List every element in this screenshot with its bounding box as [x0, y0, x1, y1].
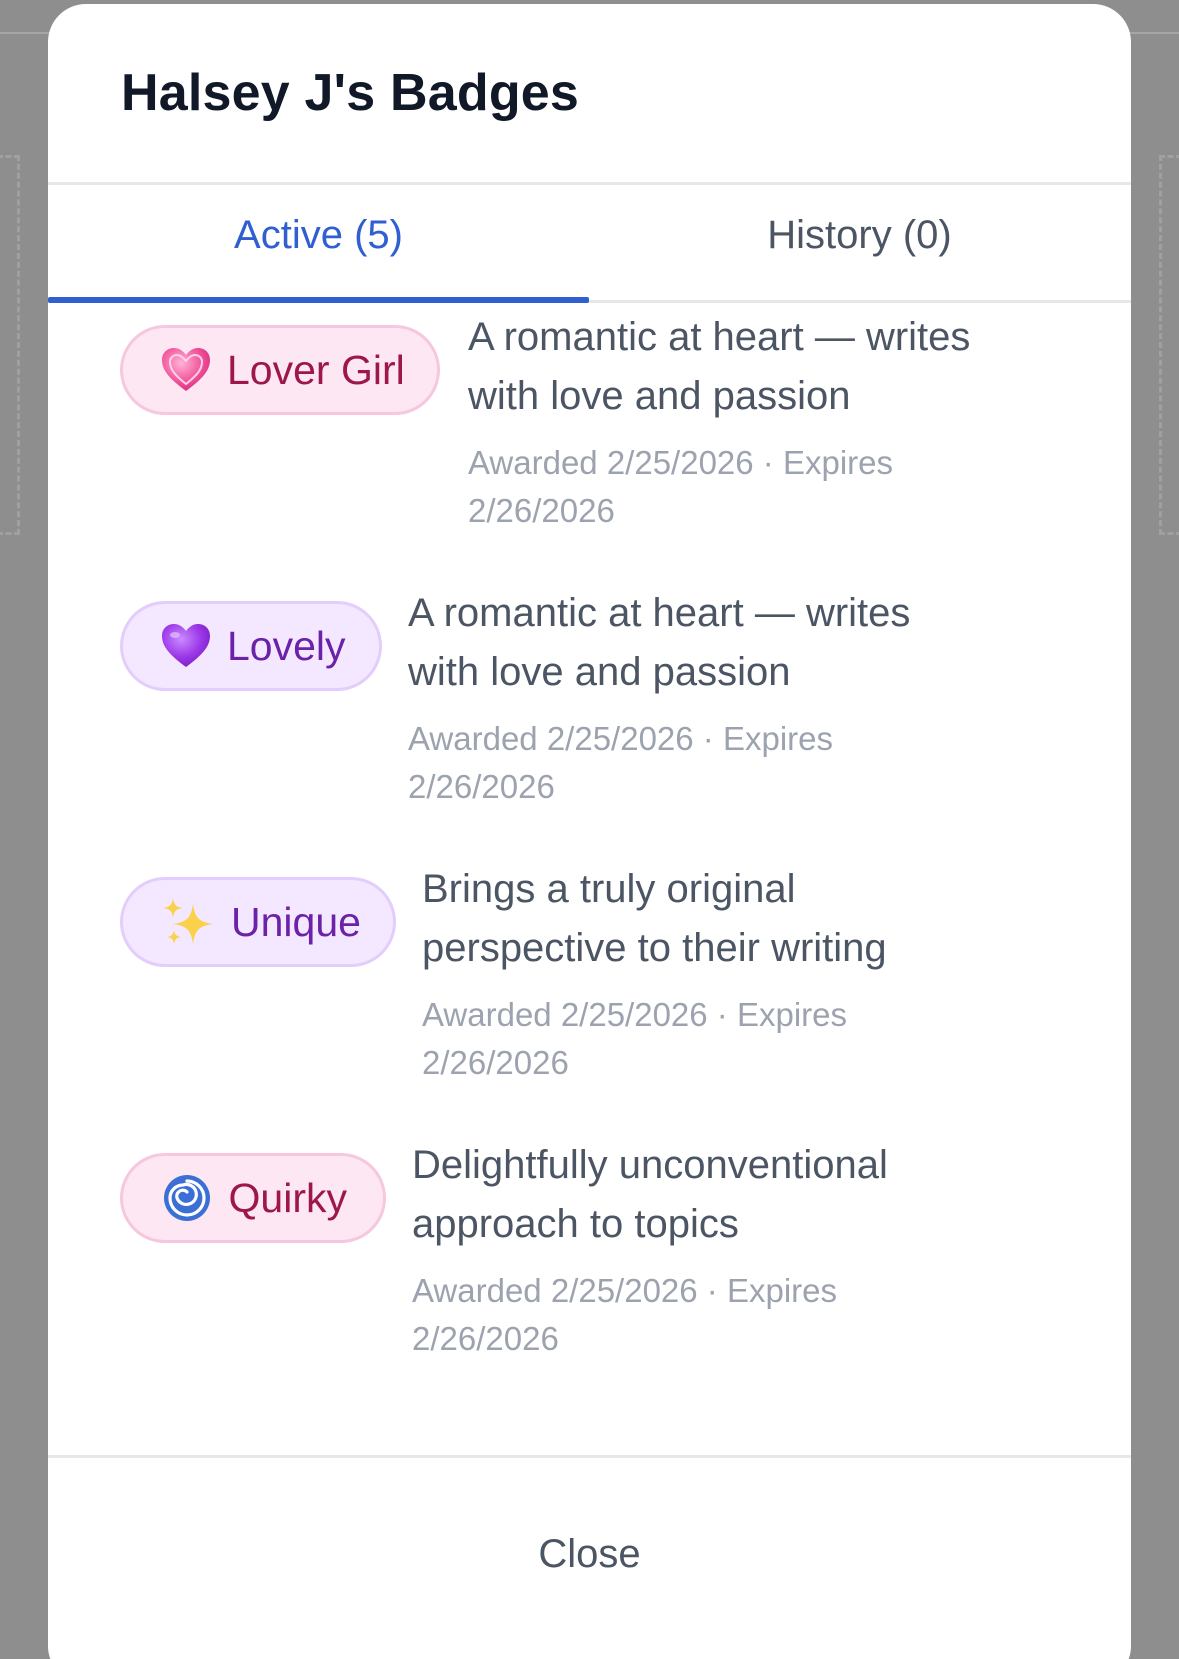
- tab-active[interactable]: Active (5): [48, 185, 589, 300]
- badge-description: Brings a truly original perspective to t…: [422, 860, 887, 978]
- badge-meta-line: Awarded 2/25/2026 · Expires: [468, 444, 893, 481]
- badge-meta-line: 2/26/2026: [422, 1044, 569, 1081]
- badge-description-line: approach to topics: [412, 1202, 739, 1246]
- badge-name: Lovely: [227, 622, 346, 669]
- badge-description-line: A romantic at heart — writes: [408, 591, 911, 635]
- backdrop-dashed-box: [0, 155, 20, 535]
- badge-description-line: Brings a truly original: [422, 867, 796, 911]
- badge-meta-line: Awarded 2/25/2026 · Expires: [412, 1272, 837, 1309]
- badge-meta-line: 2/26/2026: [408, 768, 555, 805]
- cyclone-icon: [161, 1171, 213, 1225]
- badge-meta: Awarded 2/25/2026 · Expires 2/26/2026: [468, 439, 893, 535]
- badge-meta-line: Awarded 2/25/2026 · Expires: [422, 996, 847, 1033]
- badge-meta-line: 2/26/2026: [412, 1320, 559, 1357]
- close-button[interactable]: Close: [478, 1512, 700, 1597]
- badge-description-line: Delightfully unconventional: [412, 1143, 888, 1187]
- badge-meta: Awarded 2/25/2026 · Expires 2/26/2026: [408, 715, 833, 811]
- badge-name: Unique: [231, 898, 361, 945]
- tab-bar: Active (5) History (0): [48, 185, 1131, 303]
- badge-description-line: A romantic at heart — writes: [468, 315, 971, 359]
- badge-description: A romantic at heart — writes with love a…: [408, 584, 910, 702]
- dialog-footer: Close: [48, 1455, 1131, 1659]
- sparkles-icon: [161, 895, 215, 949]
- badge-pill-lover-girl: Lover Girl: [120, 325, 440, 415]
- badge-name: Quirky: [228, 1174, 347, 1221]
- dialog-title: Halsey J's Badges: [121, 64, 580, 122]
- badge-description-line: with love and passion: [468, 374, 851, 418]
- badge-meta: Awarded 2/25/2026 · Expires 2/26/2026: [422, 991, 847, 1087]
- badge-name: Lover Girl: [227, 346, 405, 393]
- badge-meta-line: 2/26/2026: [468, 492, 615, 529]
- badge-meta-line: Awarded 2/25/2026 · Expires: [408, 720, 833, 757]
- badge-pill-unique: Unique: [120, 877, 396, 967]
- badges-dialog: Halsey J's Badges Active (5) History (0): [48, 4, 1131, 1659]
- purple-heart-icon: [161, 619, 211, 673]
- badge-list: Lover Girl A romantic at heart — writes …: [48, 303, 1131, 1463]
- backdrop-dashed-box: [1159, 155, 1179, 535]
- badge-description-line: perspective to their writing: [422, 926, 887, 970]
- pink-heart-icon: [161, 343, 211, 397]
- badge-pill-quirky: Quirky: [120, 1153, 386, 1243]
- badge-pill-lovely: Lovely: [120, 601, 382, 691]
- badge-description: Delightfully unconventional approach to …: [412, 1136, 888, 1254]
- badge-description-line: with love and passion: [408, 650, 791, 694]
- dialog-header: Halsey J's Badges: [48, 4, 1131, 185]
- tab-history[interactable]: History (0): [589, 185, 1130, 300]
- badge-description: A romantic at heart — writes with love a…: [468, 308, 970, 426]
- badge-meta: Awarded 2/25/2026 · Expires 2/26/2026: [412, 1267, 837, 1363]
